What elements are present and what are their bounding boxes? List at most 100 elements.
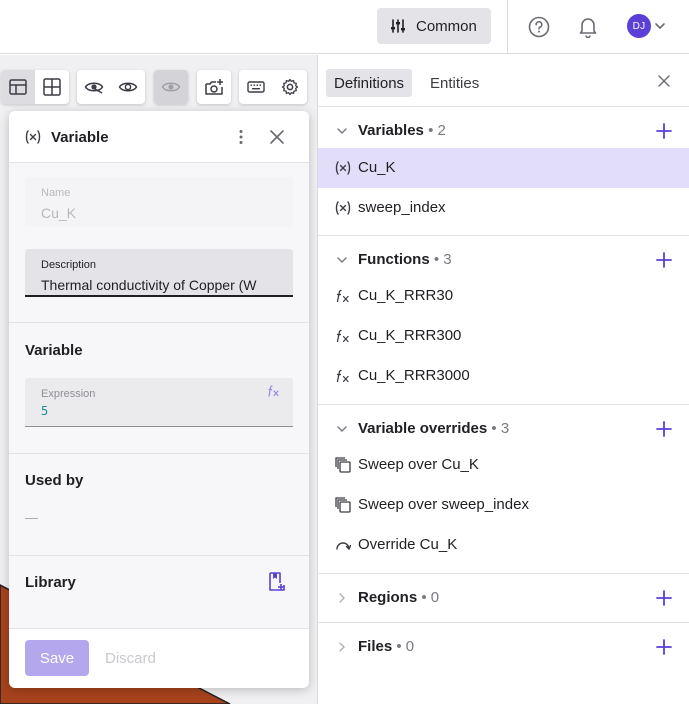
list-item-override[interactable]: Sweep over Cu_K: [318, 445, 689, 485]
list-item-label: Cu_K: [358, 159, 396, 176]
eye-icon: [118, 82, 138, 92]
show-button[interactable]: [111, 70, 145, 104]
more-vertical-icon[interactable]: [235, 129, 247, 145]
list-item-variable[interactable]: Cu_K: [318, 148, 689, 188]
list-item-function[interactable]: Cu_K_RRR300: [318, 316, 689, 356]
close-icon[interactable]: [658, 75, 670, 87]
eye-disabled-icon: [161, 82, 181, 92]
files-group: Files • 0: [318, 623, 689, 672]
list-item-function[interactable]: Cu_K_RRR3000: [318, 356, 689, 396]
screenshot-toolbar: [197, 70, 231, 104]
chevron-down-icon[interactable]: [654, 20, 666, 32]
function-fx-icon[interactable]: [267, 385, 281, 397]
settings-button[interactable]: [273, 70, 307, 104]
list-item-label: Cu_K_RRR300: [358, 327, 462, 344]
functions-group: Functions • 3 Cu_K_RRR30 Cu_K_RRR300 Cu_…: [318, 236, 689, 405]
name-field-label: Name: [41, 187, 71, 199]
list-item-override[interactable]: Sweep over sweep_index: [318, 485, 689, 525]
list-item-variable[interactable]: sweep_index: [318, 188, 689, 228]
files-count: • 0: [396, 638, 415, 655]
library-title: Library: [25, 574, 76, 591]
name-field-value: Cu_K: [41, 205, 77, 221]
top-bar: Common DJ: [0, 0, 689, 54]
list-item-function[interactable]: Cu_K_RRR30: [318, 276, 689, 316]
regions-group: Regions • 0: [318, 574, 689, 623]
function-fx-icon: [334, 368, 352, 384]
screenshot-button[interactable]: [197, 70, 231, 104]
gear-icon: [281, 78, 299, 96]
chevron-down-icon: [337, 128, 347, 134]
settings-toolbar: [239, 70, 307, 104]
help-circle-icon: [528, 16, 550, 38]
tab-entities[interactable]: Entities: [422, 69, 487, 97]
override-arrow-icon: [334, 537, 352, 553]
chevron-right-icon: [339, 642, 345, 652]
list-item-override[interactable]: Override Cu_K: [318, 525, 689, 565]
discard-button[interactable]: Discard: [105, 650, 156, 667]
plus-icon[interactable]: [656, 590, 672, 606]
avatar[interactable]: DJ: [627, 14, 651, 38]
variable-x-icon: [334, 200, 352, 216]
save-button[interactable]: Save: [25, 640, 89, 676]
isolate-toolbar: [154, 70, 188, 104]
variable-panel-title: Variable: [51, 129, 109, 146]
variable-x-icon: [25, 130, 41, 144]
variables-group: Variables • 2 Cu_K sweep_index: [318, 107, 689, 236]
sweep-copy-icon: [334, 457, 352, 473]
expression-field[interactable]: Expression 5: [25, 378, 293, 427]
sliders-icon: [391, 19, 405, 33]
list-item-label: Cu_K_RRR3000: [358, 367, 470, 384]
grid-view-button[interactable]: [35, 70, 69, 104]
expression-field-value: 5: [41, 404, 49, 418]
bookmark-add-icon[interactable]: [268, 572, 286, 592]
common-button[interactable]: Common: [377, 8, 491, 44]
functions-group-title: Functions • 3: [358, 251, 452, 268]
overrides-group-title: Variable overrides • 3: [358, 420, 510, 437]
name-field[interactable]: Name Cu_K: [25, 177, 293, 227]
common-button-label: Common: [416, 17, 477, 35]
layout-view-button[interactable]: [1, 70, 35, 104]
files-group-title: Files • 0: [358, 638, 415, 655]
camera-plus-icon: [205, 79, 223, 95]
list-item-label: Override Cu_K: [358, 536, 458, 553]
plus-icon[interactable]: [656, 252, 672, 268]
variable-panel-header: Variable: [9, 111, 309, 163]
expression-field-label: Expression: [41, 388, 96, 400]
list-item-label: Sweep over sweep_index: [358, 496, 529, 513]
grid-icon: [43, 78, 61, 96]
close-icon[interactable]: [269, 129, 285, 145]
list-item-label: sweep_index: [358, 199, 446, 216]
overrides-count: • 3: [491, 420, 510, 437]
used-by-title: Used by: [25, 472, 84, 489]
hide-button[interactable]: [77, 70, 111, 104]
identity-section: Name Cu_K Description Thermal conductivi…: [9, 163, 309, 323]
description-field[interactable]: Description Thermal conductivity of Copp…: [25, 249, 293, 297]
divider: [507, 0, 508, 54]
used-by-section: Used by —: [9, 454, 309, 556]
visibility-toolbar: [77, 70, 145, 104]
isolate-button[interactable]: [154, 70, 188, 104]
variables-group-title: Variables • 2: [358, 122, 446, 139]
help-button[interactable]: [527, 15, 551, 39]
files-group-header[interactable]: Files • 0: [318, 623, 689, 671]
keyboard-icon: [247, 81, 265, 93]
plus-icon[interactable]: [656, 421, 672, 437]
regions-group-title: Regions • 0: [358, 589, 440, 606]
regions-count: • 0: [421, 589, 440, 606]
overrides-group: Variable overrides • 3 Sweep over Cu_K S…: [318, 405, 689, 574]
list-item-label: Cu_K_RRR30: [358, 287, 454, 304]
keyboard-button[interactable]: [239, 70, 273, 104]
library-section: Library: [9, 556, 309, 629]
tab-definitions[interactable]: Definitions: [326, 69, 413, 97]
variable-x-icon: [334, 160, 352, 176]
bell-icon: [579, 18, 597, 38]
chevron-down-icon: [337, 257, 347, 263]
plus-icon[interactable]: [656, 639, 672, 655]
notifications-button[interactable]: [576, 15, 600, 39]
plus-icon[interactable]: [656, 123, 672, 139]
regions-group-header[interactable]: Regions • 0: [318, 574, 689, 622]
eye-hide-icon: [84, 82, 104, 94]
definitions-panel: Definitions Entities Variables • 2 Cu_K …: [317, 55, 689, 704]
functions-count: • 3: [433, 251, 452, 268]
variable-section: Variable Expression 5: [9, 323, 309, 454]
